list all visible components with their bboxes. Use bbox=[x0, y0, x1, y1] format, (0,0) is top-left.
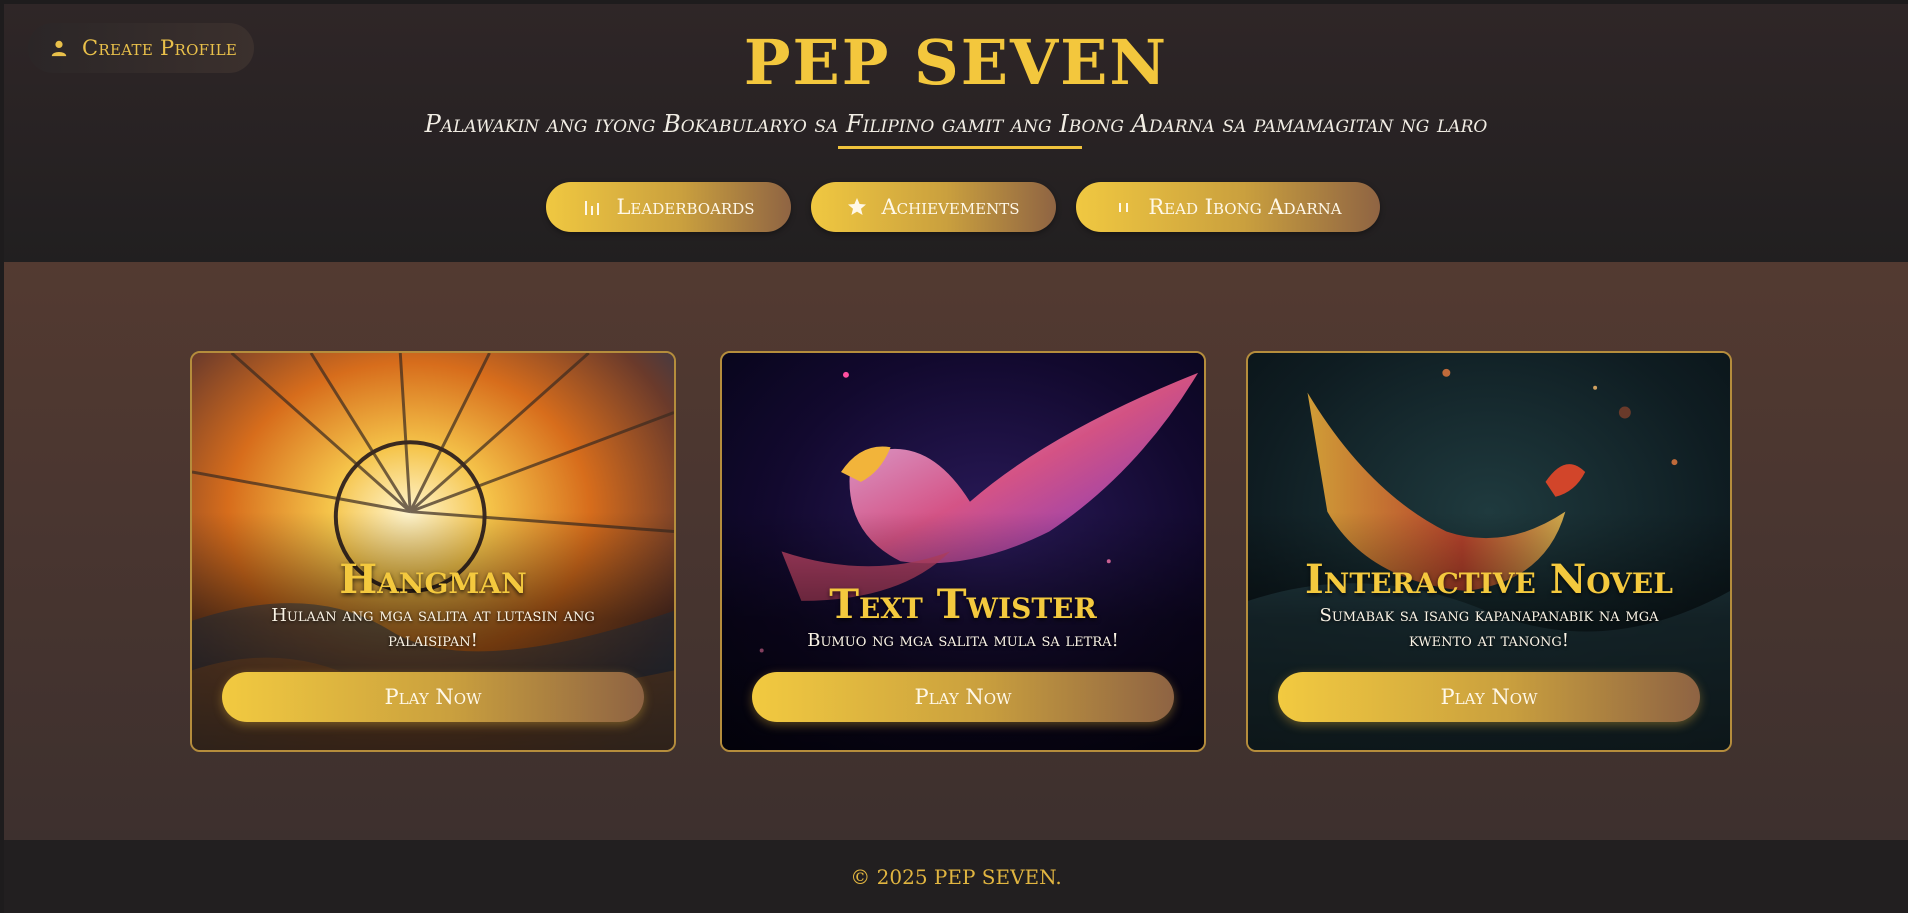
title-divider bbox=[838, 146, 1082, 149]
play-now-button-hangman[interactable]: Play Now bbox=[222, 672, 644, 722]
game-card-hangman: Hangman Hulaan ang mga salita at lutasin… bbox=[190, 351, 676, 752]
game-description-hangman: Hulaan ang mga salita at lutasin ang pal… bbox=[271, 605, 595, 651]
star-icon bbox=[848, 198, 867, 215]
book-icon bbox=[1119, 203, 1129, 212]
read-ibong-adarna-button[interactable]: Read Ibong Adarna bbox=[1076, 182, 1380, 232]
page-header: Create Profile PEP SEVEN Palawakin ang i… bbox=[4, 4, 1908, 262]
game-title-interactive-novel: Interactive Novel bbox=[1305, 556, 1673, 603]
leaderboards-label: Leaderboards bbox=[616, 195, 755, 219]
game-card-interactive-novel: Interactive Novel Sumabak sa isang kapan… bbox=[1246, 351, 1732, 752]
play-now-button-interactive-novel[interactable]: Play Now bbox=[1278, 672, 1700, 722]
game-title-text-twister: Text Twister bbox=[829, 581, 1097, 628]
page-subtitle: Palawakin ang iyong Bokabularyo sa Filip… bbox=[424, 110, 1488, 138]
bar-chart-icon bbox=[585, 201, 600, 215]
achievements-label: Achievements bbox=[881, 195, 1020, 219]
leaderboards-button[interactable]: Leaderboards bbox=[546, 182, 791, 232]
app-window: Create Profile PEP SEVEN Palawakin ang i… bbox=[4, 4, 1908, 913]
achievements-button[interactable]: Achievements bbox=[811, 182, 1056, 232]
play-now-button-text-twister[interactable]: Play Now bbox=[752, 672, 1174, 722]
game-cards-section: Hangman Hulaan ang mga salita at lutasin… bbox=[4, 262, 1908, 840]
game-description-text-twister: Bumuo ng mga salita mula sa letra! bbox=[807, 630, 1119, 651]
game-title-hangman: Hangman bbox=[339, 556, 527, 603]
page-footer: © 2025 PEP SEVEN. bbox=[4, 840, 1908, 913]
copyright-text: © 2025 PEP SEVEN. bbox=[850, 864, 1062, 889]
read-ibong-adarna-label: Read Ibong Adarna bbox=[1148, 195, 1342, 219]
game-card-text-twister: Text Twister Bumuo ng mga salita mula sa… bbox=[720, 351, 1206, 752]
game-description-interactive-novel: Sumabak sa isang kapanapanabik na mga kw… bbox=[1319, 605, 1659, 651]
page-title: PEP SEVEN bbox=[743, 26, 1169, 99]
